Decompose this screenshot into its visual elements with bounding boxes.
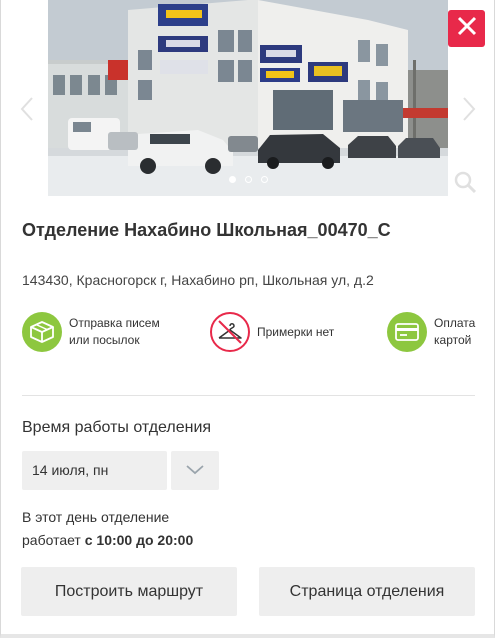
feature-card-line2: картой xyxy=(434,333,472,347)
office-title: Отделение Нахабино Школьная_00470_С xyxy=(22,220,391,240)
magnifier-icon xyxy=(453,171,477,198)
gallery-prev-button[interactable] xyxy=(17,96,37,126)
gallery-zoom-button[interactable] xyxy=(453,170,477,194)
close-icon xyxy=(457,16,477,41)
section-divider xyxy=(22,395,475,396)
hours-info: В этот день отделение работает с 10:00 д… xyxy=(22,506,193,552)
date-dropdown-toggle[interactable] xyxy=(171,451,219,490)
gallery-dot-2[interactable] xyxy=(245,176,252,183)
card-payment-icon xyxy=(387,312,427,352)
feature-fitting-line1: Примерки нет xyxy=(257,324,335,339)
chevron-left-icon xyxy=(20,96,34,127)
date-select[interactable]: 14 июля, пн xyxy=(22,451,167,490)
parcel-box-icon xyxy=(22,312,62,352)
chevron-down-icon xyxy=(186,462,204,480)
hours-value: с 10:00 до 20:00 xyxy=(84,532,194,548)
photo-gallery xyxy=(1,0,495,196)
build-route-button[interactable]: Построить маршрут xyxy=(21,567,237,616)
feature-parcel-line1: Отправка писем xyxy=(69,316,160,330)
feature-card-line1: Оплата xyxy=(434,316,476,330)
no-fitting-hanger-icon xyxy=(210,312,250,352)
gallery-dot-3[interactable] xyxy=(261,176,268,183)
office-page-button[interactable]: Страница отделения xyxy=(259,567,475,616)
office-photo[interactable] xyxy=(48,0,448,196)
gallery-dot-1[interactable] xyxy=(229,176,236,183)
feature-parcel: Отправка писем или посылок xyxy=(22,312,160,352)
office-card: Отделение Нахабино Школьная_00470_С 1434… xyxy=(0,0,495,638)
feature-card-payment: Оплата картой xyxy=(387,312,475,352)
gallery-pagination xyxy=(1,176,495,183)
feature-parcel-line2: или посылок xyxy=(69,333,140,347)
chevron-right-icon xyxy=(462,96,476,127)
hours-info-prefix: работает xyxy=(22,532,85,548)
office-address: 143430, Красногорск г, Нахабино рп, Школ… xyxy=(22,272,374,288)
hours-info-line1: В этот день отделение xyxy=(22,509,170,525)
close-button[interactable] xyxy=(448,10,485,47)
office-features: Отправка писем или посылок Примерки нет xyxy=(1,312,495,356)
gallery-next-button[interactable] xyxy=(459,96,479,126)
feature-fitting: Примерки нет xyxy=(210,312,334,352)
hours-title: Время работы отделения xyxy=(22,419,212,436)
